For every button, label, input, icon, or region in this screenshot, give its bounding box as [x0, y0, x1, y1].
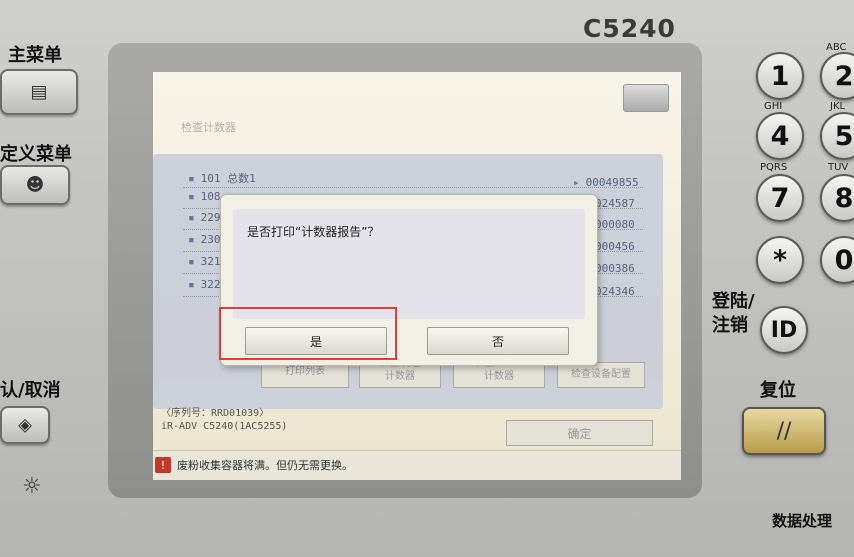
bullet-icon: ▪ [188, 190, 195, 203]
model-line: iR-ADV C5240(1AC5255) [161, 421, 288, 432]
highlight-box [219, 307, 397, 360]
key-2[interactable]: 2 [820, 52, 854, 100]
data-processing-label: 数据处理 [772, 512, 833, 530]
bullet-icon: ▪ [188, 255, 195, 268]
key-7[interactable]: 7 [756, 174, 804, 222]
key-sub-jkl: JKL [830, 101, 846, 112]
printer-panel: C5240 主菜单 ▤ 定义菜单 ☻ 认/取消 ◈ ☼ ABC 1 2 GHI … [0, 0, 854, 557]
no-button[interactable]: 否 [427, 327, 569, 355]
model-name: C5240 [583, 14, 676, 43]
serial-info: 〈序列号：RRD01039〉 iR-ADV C5240(1AC5255) [161, 407, 287, 433]
key-sub-ghi: GHI [764, 101, 783, 112]
bullet-icon: ▪ [188, 211, 195, 224]
status-bar: ! 废粉收集容器将满。但仍无需更换。 [153, 450, 681, 479]
custom-menu-label: 定义菜单 [0, 144, 72, 165]
counter-row: ▪ 108 [188, 190, 221, 203]
counter-row: ▪ 229 [188, 211, 221, 224]
id-button[interactable]: ID [760, 306, 808, 354]
user-icon: ☻ [25, 174, 45, 196]
bullet-icon: ▪ [188, 233, 195, 246]
ok-button[interactable]: 确定 [506, 420, 653, 446]
reset-icon: // [776, 418, 792, 444]
key-star[interactable]: * [756, 236, 804, 284]
login-logout-label: 登陆/ 注销 [712, 291, 755, 336]
diamond-icon: ◈ [18, 414, 32, 436]
serial-number: 〈序列号：RRD01039〉 [161, 408, 270, 419]
key-1[interactable]: 1 [756, 52, 804, 100]
key-sub-tuv: TUV [828, 162, 849, 173]
main-menu-label: 主菜单 [8, 45, 62, 66]
key-sub-pqrs: PQRS [760, 162, 788, 173]
main-menu-button[interactable]: ▤ [0, 69, 78, 115]
reset-label: 复位 [760, 380, 796, 401]
counter-row: ▪ 321 [188, 255, 221, 268]
bullet-icon: ▪ [188, 278, 195, 291]
touch-screen: 检查计数器 ▪ 101 总数1 ▸ 00049855 ▪ 108 024587 ▪ 22… [153, 72, 681, 480]
key-8[interactable]: 8 [820, 174, 854, 222]
brightness-icon: ☼ [22, 474, 42, 499]
key-0[interactable]: 0 [820, 236, 854, 284]
home-icon: ▤ [30, 81, 48, 103]
warning-icon: ! [155, 457, 171, 473]
row-divider [183, 187, 643, 188]
confirm-cancel-label: 认/取消 [0, 380, 61, 401]
bullet-icon: ▪ [188, 172, 195, 185]
counter-row: ▪ 230 [188, 233, 221, 246]
dialog-message: 是否打印“计数器报告”？ [247, 225, 380, 239]
status-message: 废粉收集容器将满。但仍无需更换。 [177, 459, 353, 472]
counter-row: ▪ 322 [188, 278, 221, 291]
custom-menu-button[interactable]: ☻ [0, 165, 70, 205]
screen-title: 检查计数器 [181, 121, 236, 134]
top-right-button[interactable] [623, 84, 669, 112]
dialog-message-area: 是否打印“计数器报告”？ [233, 209, 585, 319]
key-5[interactable]: 5 [820, 112, 854, 160]
key-4[interactable]: 4 [756, 112, 804, 160]
confirm-cancel-button[interactable]: ◈ [0, 406, 50, 444]
counter-row: ▪ 101 总数1 [188, 172, 256, 185]
reset-button[interactable]: // [742, 407, 826, 455]
